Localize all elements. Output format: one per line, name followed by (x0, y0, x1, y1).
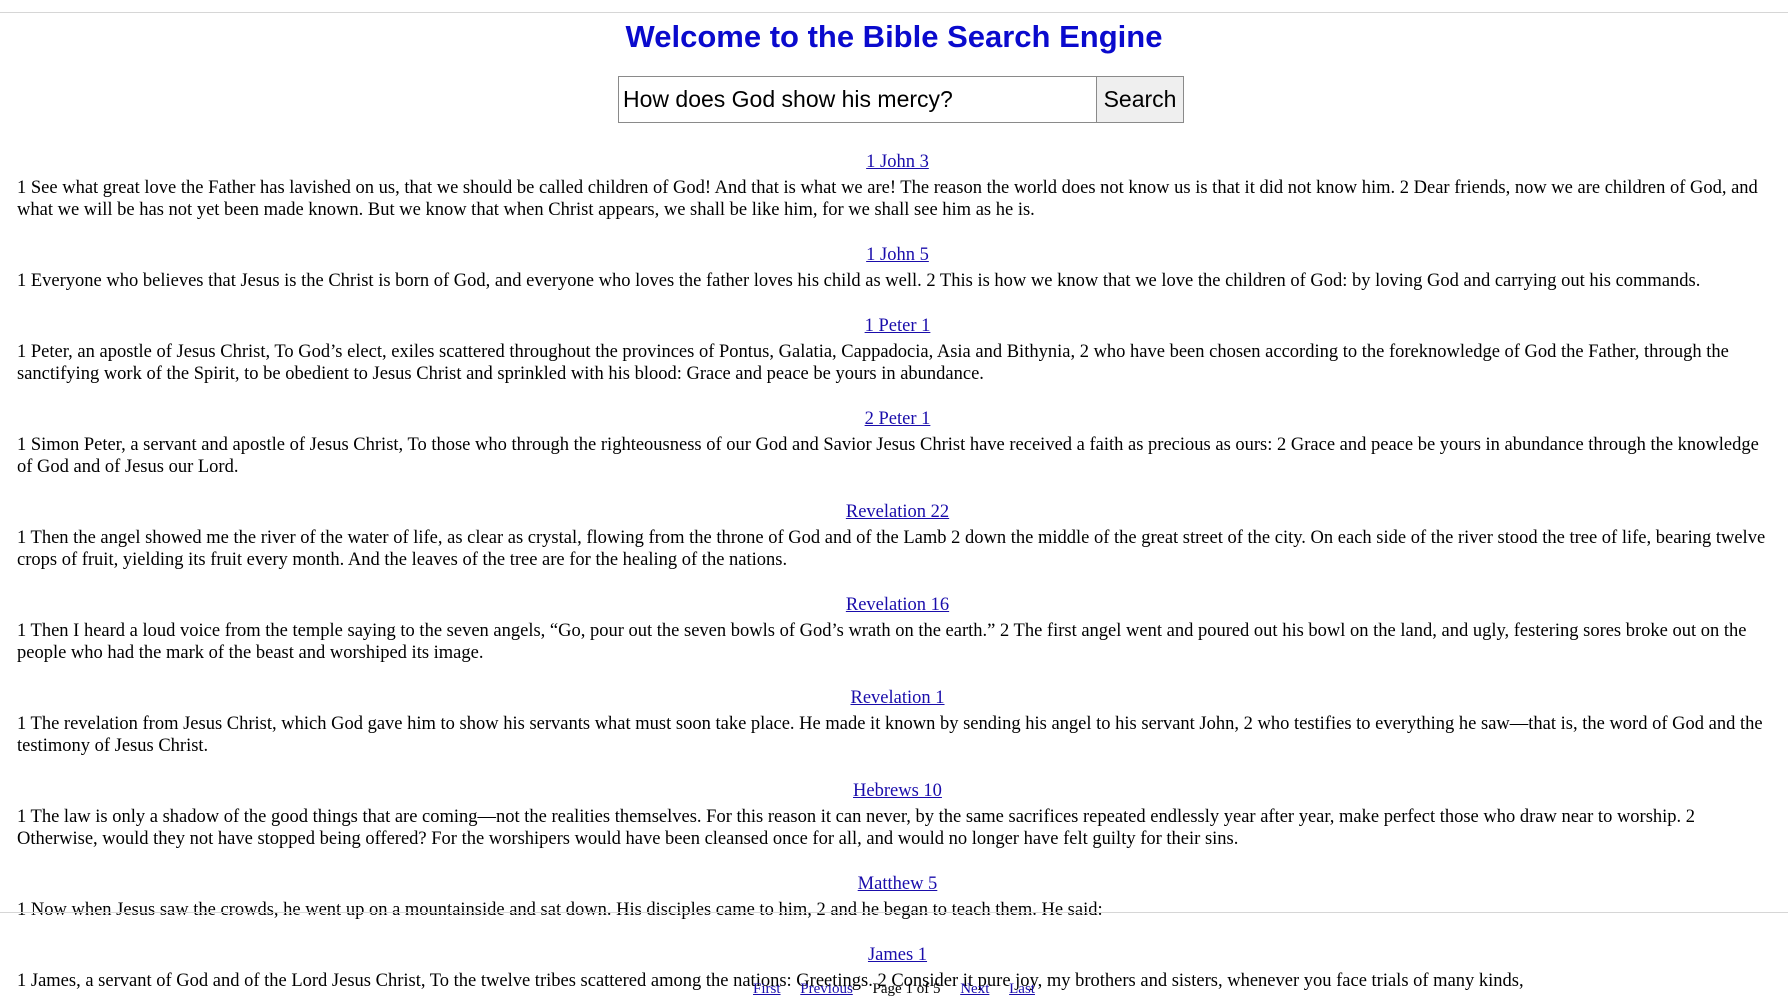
result-reference-link[interactable]: Revelation 16 (846, 595, 949, 615)
page: Welcome to the Bible Search Engine Searc… (0, 0, 1788, 1006)
result-passage-text: 1 Then the angel showed me the river of … (17, 528, 1766, 570)
result-passage-text: 1 Now when Jesus saw the crowds, he went… (17, 900, 1103, 920)
result-heading: 2 Peter 1 (17, 408, 1778, 430)
result-passage-text: 1 The law is only a shadow of the good t… (17, 807, 1696, 849)
result-reference-link[interactable]: James 1 (868, 945, 927, 965)
result-item: 1 John 5 1 Everyone who believes that Jes… (17, 244, 1778, 292)
result-item: 2 Peter 1 1 Simon Peter, a servant and ap… (17, 408, 1778, 478)
pagination-previous-link[interactable]: Previous (800, 981, 853, 997)
result-reference-link[interactable]: 1 Peter 1 (865, 316, 931, 336)
result-item: Matthew 5 1 Now when Jesus saw the crowds… (17, 873, 1778, 921)
result-reference-link[interactable]: Revelation 22 (846, 502, 949, 522)
result-passage-text: 1 Simon Peter, a servant and apostle of … (17, 435, 1759, 477)
search-bar: Search (618, 76, 1184, 123)
result-heading: 1 Peter 1 (17, 315, 1778, 337)
result-passage-text: 1 The revelation from Jesus Christ, whic… (17, 714, 1763, 756)
result-item: Hebrews 10 1 The law is only a shadow of … (17, 780, 1778, 850)
result-heading: Revelation 16 (17, 594, 1778, 616)
result-heading: Revelation 1 (17, 687, 1778, 709)
search-button[interactable]: Search (1097, 76, 1184, 123)
pagination: First Previous Page 1 of 5 Next Last (0, 979, 1788, 999)
result-reference-link[interactable]: 2 Peter 1 (865, 409, 931, 429)
result-passage-text: 1 Everyone who believes that Jesus is th… (17, 271, 1701, 291)
result-reference-link[interactable]: Matthew 5 (858, 874, 938, 894)
search-input[interactable] (618, 76, 1097, 123)
result-item: 1 Peter 1 1 Peter, an apostle of Jesus Ch… (17, 315, 1778, 385)
results-list: 1 John 3 1 See what great love the Father… (17, 151, 1778, 1006)
page-indicator: Page 1 of 5 (872, 981, 941, 997)
result-reference-link[interactable]: Revelation 1 (850, 688, 944, 708)
pagination-next-link[interactable]: Next (960, 981, 989, 997)
result-heading: 1 John 5 (17, 244, 1778, 266)
result-passage-text: 1 Peter, an apostle of Jesus Christ, To … (17, 342, 1729, 384)
result-passage-text: 1 Then I heard a loud voice from the tem… (17, 621, 1747, 663)
divider (0, 912, 1788, 913)
top-divider (0, 12, 1788, 13)
result-heading: Matthew 5 (17, 873, 1778, 895)
result-passage-text: 1 See what great love the Father has lav… (17, 178, 1758, 220)
pagination-first-link[interactable]: First (753, 981, 781, 997)
result-reference-link[interactable]: 1 John 3 (866, 152, 929, 172)
result-item: Revelation 1 1 The revelation from Jesus … (17, 687, 1778, 757)
result-heading: Revelation 22 (17, 501, 1778, 523)
page-title: Welcome to the Bible Search Engine (625, 19, 1163, 54)
result-heading: Hebrews 10 (17, 780, 1778, 802)
result-item: 1 John 3 1 See what great love the Father… (17, 151, 1778, 221)
result-item: Revelation 22 1 Then the angel showed me … (17, 501, 1778, 571)
pagination-last-link[interactable]: Last (1009, 981, 1035, 997)
result-reference-link[interactable]: Hebrews 10 (853, 781, 942, 801)
result-heading: 1 John 3 (17, 151, 1778, 173)
result-item: Revelation 16 1 Then I heard a loud voice… (17, 594, 1778, 664)
result-reference-link[interactable]: 1 John 5 (866, 245, 929, 265)
result-heading: James 1 (17, 944, 1778, 966)
